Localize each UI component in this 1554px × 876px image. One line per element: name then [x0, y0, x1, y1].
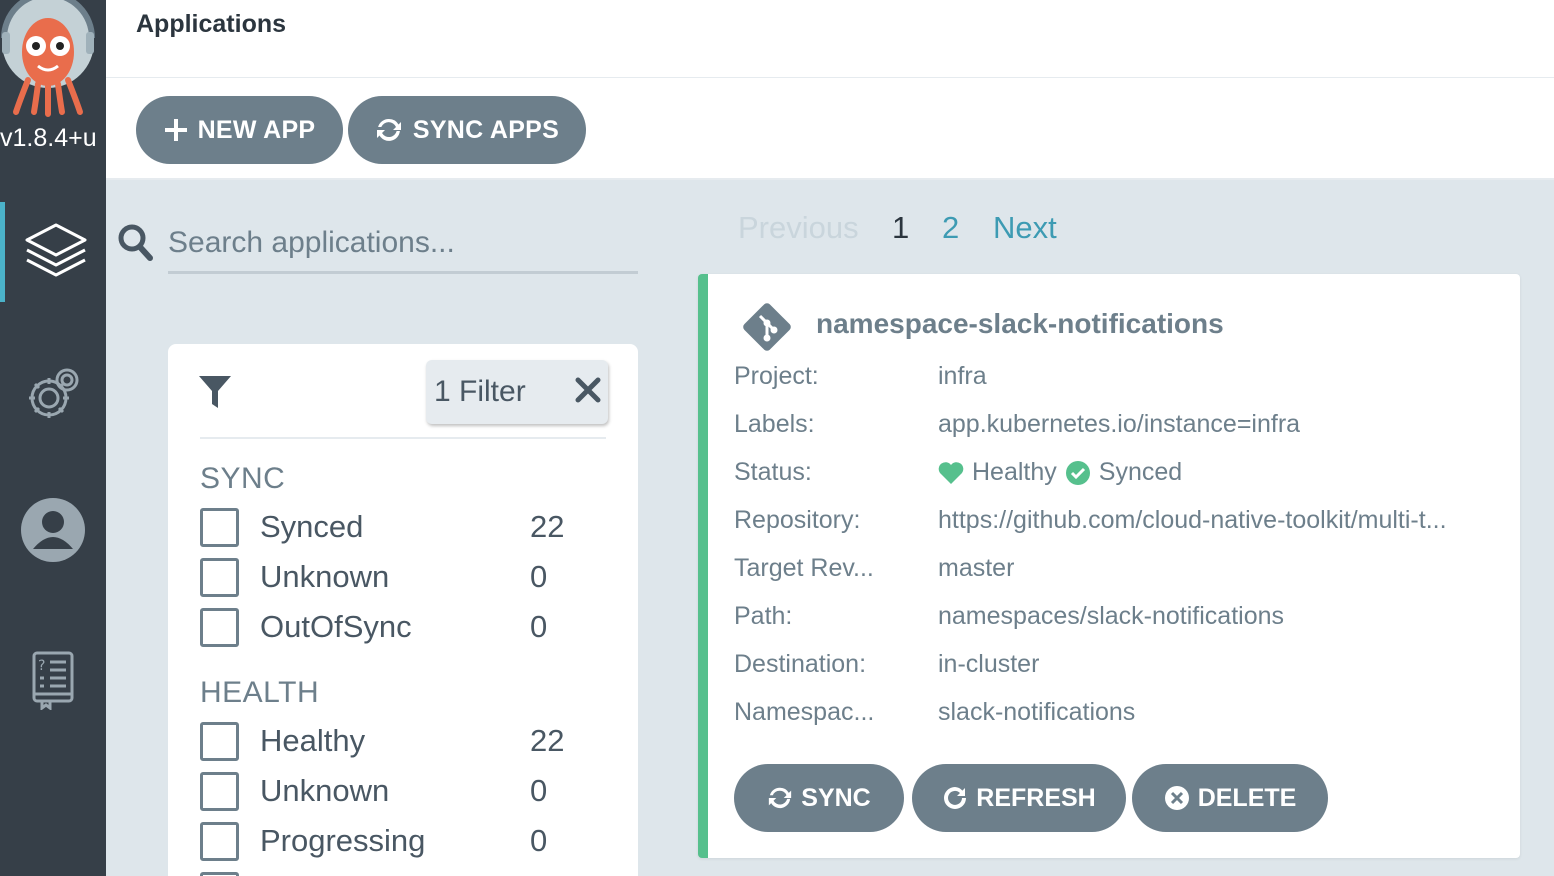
target-revision-value: master: [938, 554, 1015, 582]
filter-option-count: 0: [530, 559, 548, 594]
pagination-next[interactable]: Next: [993, 210, 1057, 246]
sync-status: Synced: [1098, 458, 1183, 486]
checkbox[interactable]: [200, 821, 239, 861]
header-bar: Applications: [106, 0, 1554, 78]
checkbox[interactable]: [200, 771, 239, 811]
check-circle-icon: [1065, 460, 1090, 485]
filter-chip-label: 1 Filter: [434, 375, 526, 408]
sync-button[interactable]: SYNC: [734, 764, 904, 832]
refresh-button-label: REFRESH: [976, 783, 1096, 812]
sync-icon: [769, 787, 792, 809]
nav-documentation[interactable]: ?: [0, 630, 106, 730]
new-app-button[interactable]: NEW APP: [136, 96, 343, 164]
repository-label: Repository:: [734, 506, 861, 534]
git-icon: [743, 303, 791, 351]
filter-option-unknown-health[interactable]: Unknown 0: [200, 770, 580, 812]
sync-section-title: SYNC: [200, 462, 286, 495]
filter-option-unknown[interactable]: Unknown 0: [200, 556, 580, 598]
namespace-value: slack-notifications: [938, 698, 1136, 726]
health-section-title: HEALTH: [200, 676, 320, 709]
plus-icon: [164, 119, 187, 141]
checkbox[interactable]: [200, 507, 239, 547]
application-card[interactable]: namespace-slack-notifications Project: i…: [698, 274, 1520, 858]
filter-option-synced[interactable]: Synced 22: [200, 506, 580, 548]
filter-option-outofsync[interactable]: OutOfSync 0: [200, 606, 580, 648]
sidebar: v1.8.4+u ?: [0, 0, 106, 876]
repository-value: https://github.com/cloud-native-toolkit/…: [938, 506, 1447, 534]
destination-label: Destination:: [734, 650, 867, 678]
filter-option-count: 0: [530, 773, 548, 808]
sync-apps-button[interactable]: SYNC APPS: [348, 96, 586, 164]
nav-settings[interactable]: [0, 344, 106, 444]
filter-icon: [199, 376, 231, 408]
user-icon: [21, 498, 85, 562]
filter-option-label: Progressing: [260, 823, 426, 858]
path-label: Path:: [734, 602, 793, 630]
health-status: Healthy: [972, 458, 1057, 486]
sync-apps-label: SYNC APPS: [412, 115, 560, 144]
nav-applications[interactable]: [0, 202, 106, 302]
delete-button-label: DELETE: [1197, 783, 1297, 812]
sync-icon: [376, 118, 401, 141]
filter-option-label: OutOfSync: [260, 609, 412, 644]
heart-icon: [938, 461, 964, 484]
pagination-previous[interactable]: Previous: [738, 210, 859, 246]
search-input[interactable]: [168, 214, 638, 274]
sync-button-label: SYNC: [801, 783, 871, 812]
pagination-page-2[interactable]: 2: [942, 210, 959, 246]
filter-option-count: 0: [530, 823, 548, 858]
app-name[interactable]: namespace-slack-notifications: [816, 308, 1224, 340]
filter-option-label: Unknown: [260, 559, 390, 594]
svg-text:?: ?: [38, 658, 45, 674]
project-value: infra: [938, 362, 987, 390]
divider: [200, 437, 606, 439]
filter-option-label: Unknown: [260, 773, 390, 808]
refresh-icon: [944, 787, 967, 809]
target-revision-label: Target Rev...: [734, 554, 874, 582]
pagination-page-1[interactable]: 1: [892, 210, 909, 246]
filter-option-count: 0: [530, 609, 548, 644]
argo-logo[interactable]: [0, 0, 106, 125]
page-title: Applications: [136, 10, 287, 38]
gear-icon: [29, 368, 79, 418]
destination-value: in-cluster: [938, 650, 1040, 678]
delete-button[interactable]: DELETE: [1132, 764, 1328, 832]
active-filter-chip[interactable]: 1 Filter: [426, 360, 608, 424]
namespace-label: Namespac...: [734, 698, 875, 726]
project-label: Project:: [734, 362, 819, 390]
version-label: v1.8.4+u: [0, 124, 97, 152]
checkbox[interactable]: [200, 607, 239, 647]
checkbox[interactable]: [200, 871, 239, 876]
refresh-button[interactable]: REFRESH: [912, 764, 1126, 832]
layers-icon: [25, 223, 86, 277]
filter-panel: 1 Filter SYNC Synced 22 Unknown 0 OutOfS…: [168, 344, 638, 876]
new-app-label: NEW APP: [197, 115, 316, 144]
toolbar: NEW APP SYNC APPS: [106, 78, 1554, 180]
close-circle-icon: [1164, 786, 1189, 810]
close-icon[interactable]: [574, 376, 602, 404]
checkbox[interactable]: [200, 557, 239, 597]
status-label: Status:: [734, 458, 812, 486]
filter-option-partial[interactable]: [200, 870, 580, 876]
nav-user-info[interactable]: [0, 480, 106, 580]
filter-option-healthy[interactable]: Healthy 22: [200, 720, 580, 762]
search-icon: [118, 224, 153, 261]
status-value: Healthy Synced: [938, 458, 1182, 487]
filter-option-label: Healthy: [260, 723, 366, 758]
filter-option-count: 22: [530, 509, 565, 544]
filter-option-label: Synced: [260, 509, 364, 544]
path-value: namespaces/slack-notifications: [938, 602, 1284, 630]
labels-label: Labels:: [734, 410, 815, 438]
filter-option-count: 22: [530, 723, 565, 758]
filter-option-progressing[interactable]: Progressing 0: [200, 820, 580, 862]
labels-value: app.kubernetes.io/instance=infra: [938, 410, 1301, 438]
checkbox[interactable]: [200, 721, 239, 761]
docs-icon: ?: [32, 651, 74, 710]
